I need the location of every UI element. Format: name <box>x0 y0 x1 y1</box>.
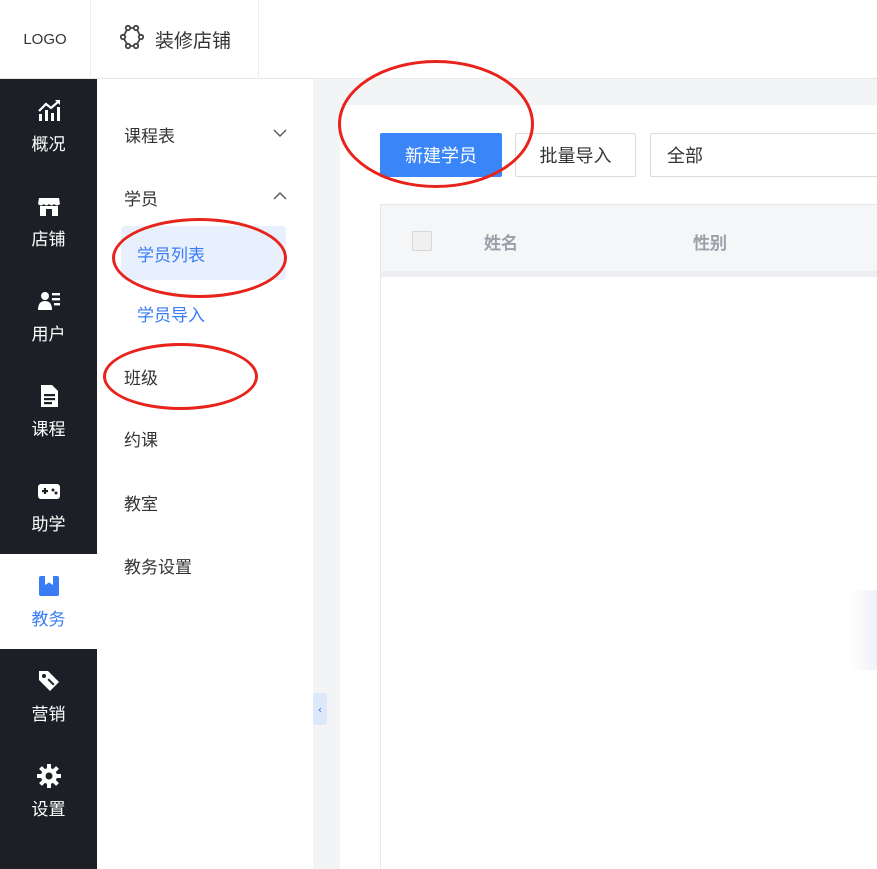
decorate-shop-tab[interactable]: 装修店铺 <box>90 0 259 79</box>
storefront-icon <box>36 193 62 219</box>
filter-select-value: 全部 <box>667 146 703 167</box>
bookmark-book-icon <box>36 573 62 599</box>
logo[interactable]: LOGO <box>0 0 90 79</box>
menu-classes-label: 班级 <box>124 368 158 389</box>
nav-academic-label: 教务 <box>31 610 66 630</box>
menu-academic-settings-label: 教务设置 <box>124 557 192 578</box>
nav-assist-label: 助学 <box>31 515 66 535</box>
nav-marketing-label: 营销 <box>31 705 66 725</box>
menu-classes[interactable]: 班级 <box>97 356 313 396</box>
nav-marketing[interactable]: 营销 <box>0 649 97 744</box>
students-table: 姓名 性别 <box>380 204 877 869</box>
nav-overview-label: 概况 <box>31 135 66 155</box>
nav-users[interactable]: 用户 <box>0 269 97 364</box>
new-student-button[interactable]: 新建学员 <box>380 133 502 177</box>
settings-gear-icon <box>119 24 145 55</box>
nav-academic[interactable]: 教务 <box>0 554 97 649</box>
top-header: LOGO 装修店铺 <box>0 0 877 79</box>
menu-booking[interactable]: 约课 <box>97 418 313 458</box>
gear-icon <box>36 763 62 789</box>
column-header-gender[interactable]: 性别 <box>693 229 727 254</box>
document-icon <box>36 383 62 409</box>
nav-settings-label: 设置 <box>31 800 66 820</box>
chevron-up-icon <box>273 192 287 200</box>
column-header-name[interactable]: 姓名 <box>484 229 518 254</box>
nav-users-label: 用户 <box>31 325 66 345</box>
nav-settings[interactable]: 设置 <box>0 744 97 839</box>
filter-select[interactable]: 全部 <box>650 133 877 177</box>
menu-booking-label: 约课 <box>124 430 158 451</box>
submenu-student-import[interactable]: 学员导入 <box>121 286 286 340</box>
chart-trend-icon <box>36 98 62 124</box>
chevron-down-icon <box>273 129 287 137</box>
users-icon <box>36 288 62 314</box>
secondary-menu: 课程表 学员 学员列表 学员导入 班级 约课 教室 教务设置 <box>97 79 313 869</box>
menu-classroom-label: 教室 <box>124 494 158 515</box>
nav-courses[interactable]: 课程 <box>0 364 97 459</box>
menu-schedule[interactable]: 课程表 <box>97 114 313 154</box>
chevron-left-icon: ‹ <box>317 702 323 716</box>
menu-schedule-label: 课程表 <box>124 126 175 147</box>
nav-overview[interactable]: 概况 <box>0 79 97 174</box>
shop-tab-label: 装修店铺 <box>155 30 232 52</box>
nav-shop[interactable]: 店铺 <box>0 174 97 269</box>
menu-students[interactable]: 学员 <box>97 177 313 217</box>
gamepad-icon <box>36 478 62 504</box>
nav-courses-label: 课程 <box>31 420 66 440</box>
collapse-sidebar-button[interactable]: ‹ <box>313 693 327 725</box>
nav-shop-label: 店铺 <box>31 230 66 250</box>
select-all-checkbox[interactable] <box>412 231 432 251</box>
loading-shimmer <box>850 590 877 670</box>
submenu-student-list[interactable]: 学员列表 <box>121 226 286 280</box>
menu-classroom[interactable]: 教室 <box>97 482 313 522</box>
table-header: 姓名 性别 <box>381 205 877 277</box>
tag-icon <box>36 668 62 694</box>
batch-import-button[interactable]: 批量导入 <box>515 133 636 177</box>
primary-nav-rail: 概况 店铺 用户 课程 助学 教务 营销 设置 <box>0 79 97 869</box>
menu-students-label: 学员 <box>124 189 158 210</box>
menu-academic-settings[interactable]: 教务设置 <box>97 545 313 585</box>
nav-assist[interactable]: 助学 <box>0 459 97 554</box>
